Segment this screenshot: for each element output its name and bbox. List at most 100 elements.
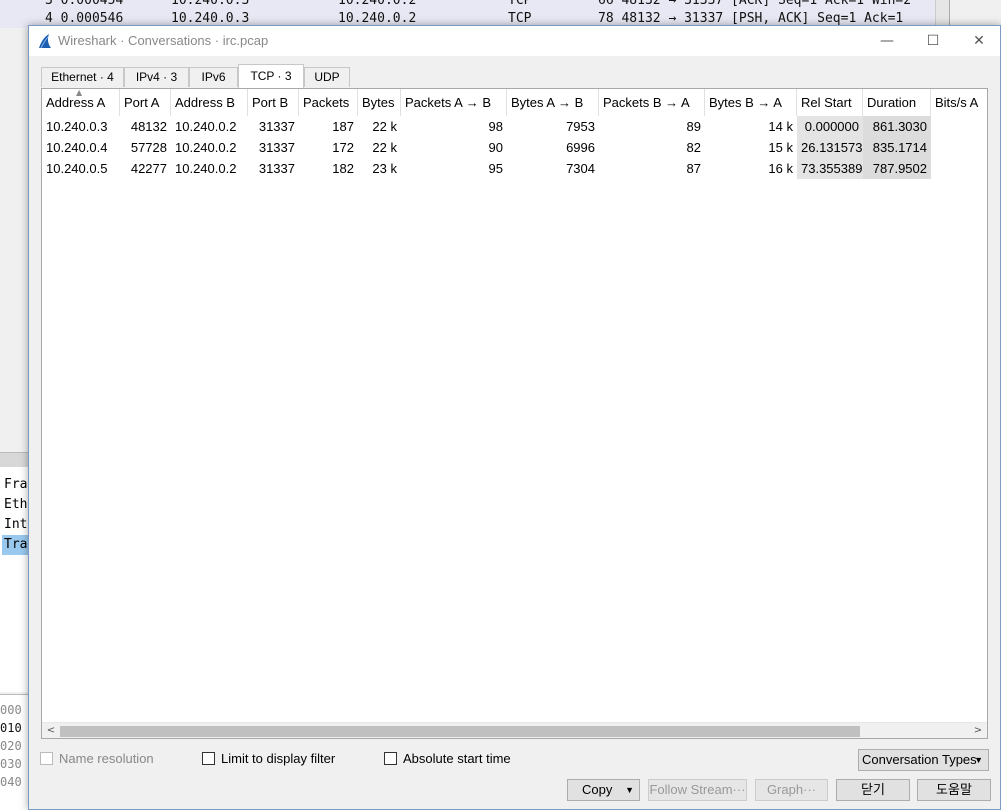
cell-packets-b-a: 82 — [686, 140, 701, 155]
tab-udp[interactable]: UDP — [304, 67, 350, 87]
table-header: Address A Port A Address B Port B Packet… — [42, 88, 987, 117]
column-header-address-b[interactable]: Address B — [171, 89, 248, 116]
cell-bytes-b-a: 15 k — [768, 140, 793, 155]
wireshark-fin-icon — [39, 34, 51, 49]
cell-address-a: 10.240.0.5 — [46, 161, 108, 176]
tab-tcp[interactable]: TCP · 3 — [238, 64, 304, 88]
packet-info: 66 48132 → 31337 [ACK] Seq=1 Ack=1 Win=2 — [598, 0, 912, 8]
packet-row[interactable]: 3 0.000454 10.240.0.3 10.240.0.2 TCP 66 … — [0, 0, 949, 10]
column-header-port-a[interactable]: Port A — [120, 89, 171, 116]
packet-protocol: TCP — [508, 0, 532, 8]
help-button[interactable]: 도움말 — [917, 779, 991, 801]
conversation-types-dropdown[interactable]: Conversation Types ▼ — [858, 749, 989, 771]
sort-ascending-icon: ▲ — [76, 88, 83, 97]
hex-offset: 040 — [0, 775, 22, 789]
cell-packets-a-b: 95 — [488, 161, 503, 176]
table-row[interactable]: 10.240.0.5 42277 10.240.0.2 31337 182 23… — [42, 158, 987, 179]
table-row[interactable]: 10.240.0.3 48132 10.240.0.2 31337 187 22… — [42, 116, 987, 137]
tab-ethernet[interactable]: Ethernet · 4 — [41, 67, 124, 87]
detail-item-ethernet[interactable]: Eth — [4, 495, 28, 515]
detail-item-frame[interactable]: Fra — [4, 475, 28, 495]
packet-source: 10.240.0.3 — [171, 0, 250, 8]
packet-destination: 10.240.0.2 — [338, 0, 417, 8]
maximize-icon: ☐ — [926, 33, 940, 49]
cell-rel-start: 0.000000 — [797, 116, 863, 137]
detail-item-internet[interactable]: Int — [4, 515, 28, 535]
cell-address-b: 10.240.0.2 — [175, 119, 237, 134]
copy-button[interactable]: Copy ▼ — [567, 779, 640, 801]
checkbox-box[interactable] — [384, 752, 397, 765]
packet-list-scrollbar[interactable] — [935, 0, 949, 28]
cell-rel-start: 26.131573 — [797, 137, 863, 158]
cell-bytes-b-a: 16 k — [768, 161, 793, 176]
column-header-port-b[interactable]: Port B — [248, 89, 299, 116]
packet-list: 3 0.000454 10.240.0.3 10.240.0.2 TCP 66 … — [0, 0, 950, 28]
cell-packets-a-b: 98 — [488, 119, 503, 134]
cell-rel-start: 73.355389 — [797, 158, 863, 179]
close-icon: ✕ — [973, 33, 985, 49]
close-button[interactable]: 닫기 — [836, 779, 910, 801]
cell-port-a: 42277 — [130, 161, 167, 176]
cell-bytes: 22 k — [372, 140, 397, 155]
hex-offset: 010 — [0, 721, 22, 735]
conversations-table: Address A Port A Address B Port B Packet… — [41, 88, 988, 739]
cell-bytes-a-b: 7953 — [566, 119, 595, 134]
absolute-start-time-checkbox[interactable]: Absolute start time — [384, 751, 511, 766]
follow-stream-button[interactable]: Follow Stream··· — [648, 779, 747, 801]
tab-ipv4[interactable]: IPv4 · 3 — [124, 67, 189, 87]
name-resolution-label: Name resolution — [59, 751, 154, 766]
packet-details-pane: Fra Eth Int Tra — [0, 452, 28, 692]
cell-address-a: 10.240.0.4 — [46, 140, 108, 155]
conversations-dialog: Wireshark · Conversations · irc.pcap — ☐… — [28, 25, 1001, 810]
cell-bytes-a-b: 6996 — [566, 140, 595, 155]
cell-duration: 835.1714 — [863, 137, 931, 158]
pane-splitter[interactable] — [0, 453, 28, 467]
limit-display-filter-checkbox[interactable]: Limit to display filter — [202, 751, 335, 766]
column-header-packets-a-b[interactable]: Packets A → B — [401, 89, 507, 116]
hex-offset: 030 — [0, 757, 22, 771]
column-header-bits-per-sec-a[interactable]: Bits/s A — [931, 89, 987, 116]
column-header-bytes-a-b[interactable]: Bytes A → B — [507, 89, 599, 116]
cell-port-b: 31337 — [258, 161, 295, 176]
close-window-button[interactable]: ✕ — [956, 26, 1001, 56]
column-header-bytes-b-a[interactable]: Bytes B → A — [705, 89, 797, 116]
cell-bytes: 22 k — [372, 119, 397, 134]
checkbox-box — [40, 752, 53, 765]
checkbox-box[interactable] — [202, 752, 215, 765]
cell-address-b: 10.240.0.2 — [175, 140, 237, 155]
cell-packets: 187 — [332, 119, 354, 134]
horizontal-scrollbar[interactable]: < > — [42, 722, 987, 738]
column-header-packets-b-a[interactable]: Packets B → A — [599, 89, 705, 116]
cell-packets-b-a: 89 — [686, 119, 701, 134]
hex-offset: 000 — [0, 703, 22, 717]
cell-duration: 787.9502 — [863, 158, 931, 179]
column-header-rel-start[interactable]: Rel Start — [797, 89, 863, 116]
conversation-types-label: Conversation Types — [862, 752, 977, 767]
column-header-bytes[interactable]: Bytes — [358, 89, 401, 116]
cell-port-a: 48132 — [130, 119, 167, 134]
title-bar[interactable]: Wireshark · Conversations · irc.pcap — ☐… — [29, 26, 1000, 56]
cell-packets-a-b: 90 — [488, 140, 503, 155]
hex-offset: 020 — [0, 739, 22, 753]
cell-port-a: 57728 — [130, 140, 167, 155]
tab-ipv6[interactable]: IPv6 — [189, 67, 238, 87]
cell-bytes-b-a: 14 k — [768, 119, 793, 134]
minimize-icon: — — [880, 33, 894, 49]
cell-packets: 172 — [332, 140, 354, 155]
cell-bytes-a-b: 7304 — [566, 161, 595, 176]
maximize-button[interactable]: ☐ — [910, 26, 956, 56]
detail-item-transport[interactable]: Tra — [2, 535, 28, 555]
minimize-button[interactable]: — — [864, 26, 910, 56]
scroll-left-icon[interactable]: < — [45, 723, 57, 738]
cell-port-b: 31337 — [258, 140, 295, 155]
name-resolution-checkbox: Name resolution — [40, 751, 154, 766]
table-row[interactable]: 10.240.0.4 57728 10.240.0.2 31337 172 22… — [42, 137, 987, 158]
column-header-duration[interactable]: Duration — [863, 89, 931, 116]
packet-no-time: 3 0.000454 — [45, 0, 124, 8]
column-header-packets[interactable]: Packets — [299, 89, 358, 116]
graph-button[interactable]: Graph··· — [755, 779, 828, 801]
scrollbar-thumb[interactable] — [60, 726, 860, 737]
packet-bytes-pane: 000 010 020 030 040 — [0, 694, 28, 810]
scroll-right-icon[interactable]: > — [972, 723, 984, 738]
cell-packets-b-a: 87 — [686, 161, 701, 176]
